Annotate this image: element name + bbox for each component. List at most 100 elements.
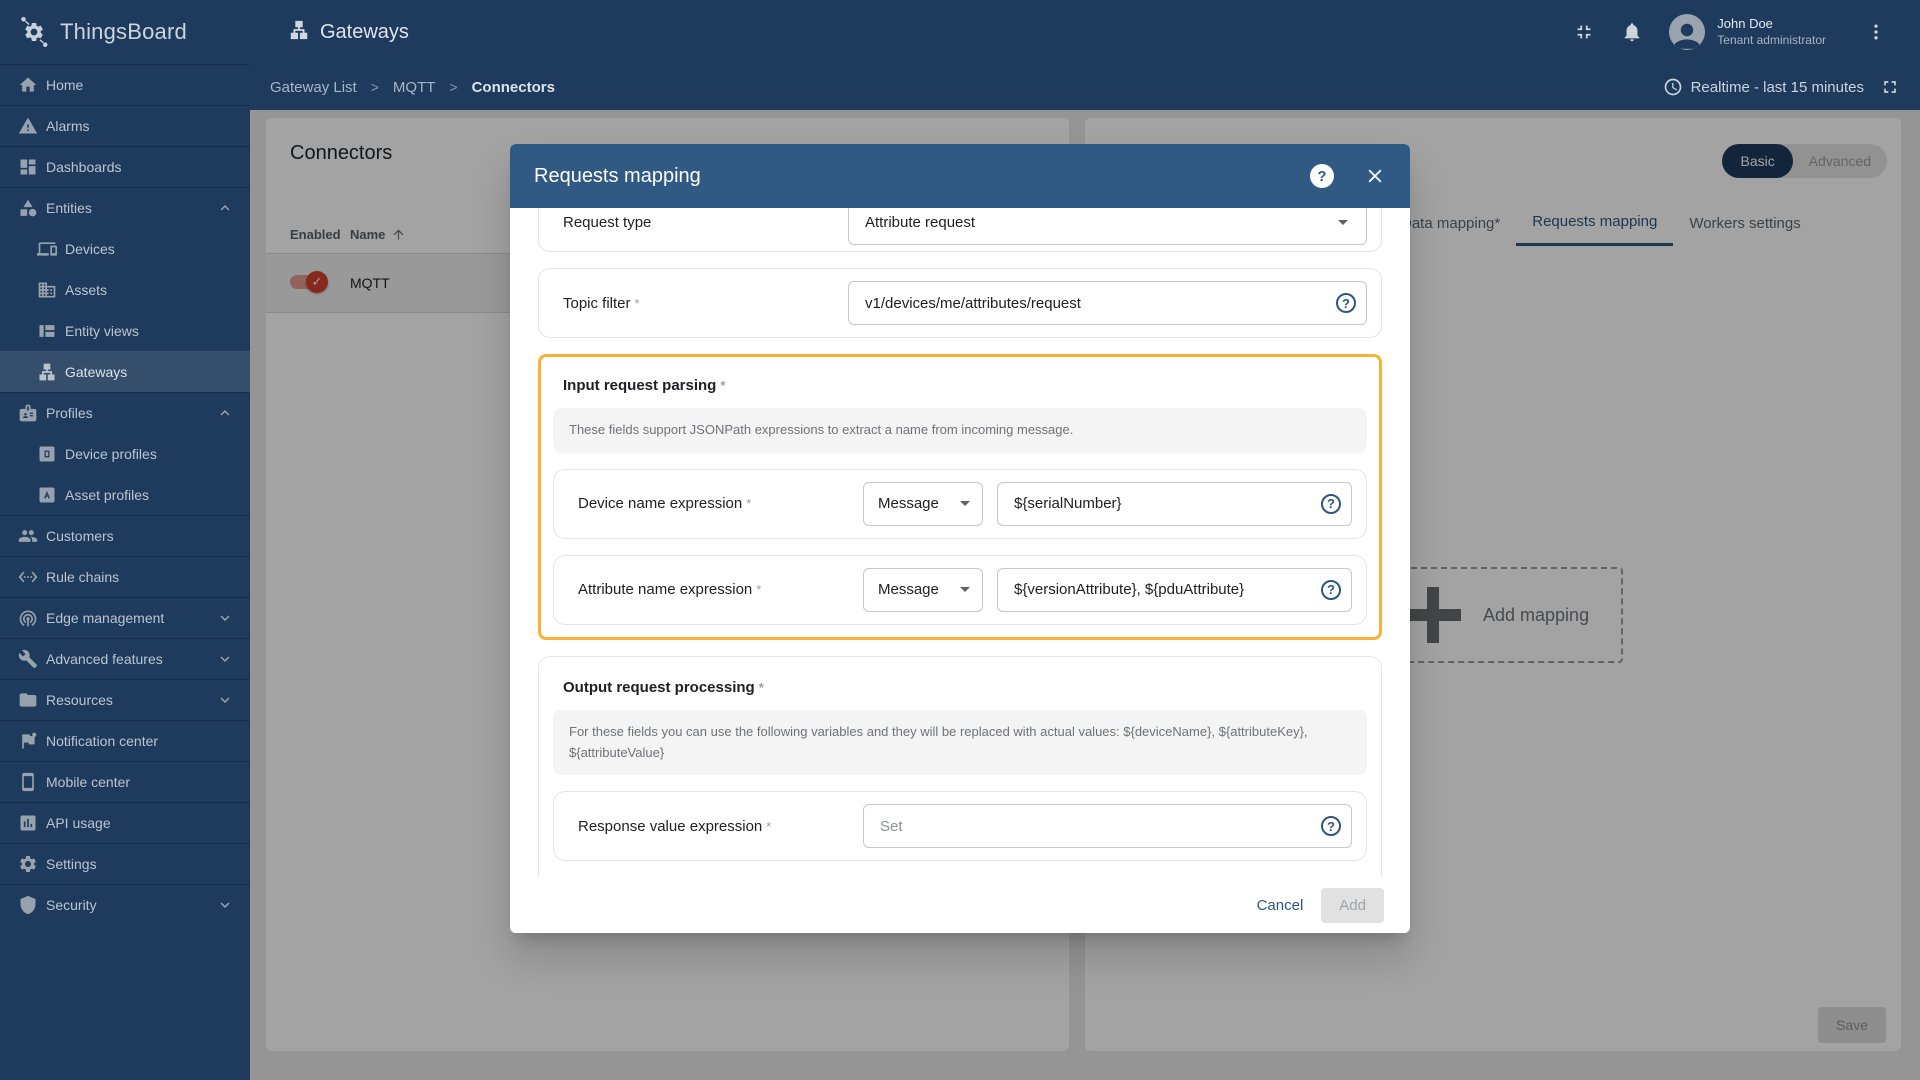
form-row-device-name-expression: Device name expression * Message ${serialNu…	[553, 468, 1367, 539]
sidebar-item-asset-profiles[interactable]: Asset profiles	[0, 474, 250, 515]
device-profiles-icon	[39, 446, 55, 461]
sidebar-item-advanced-features[interactable]: Advanced features	[0, 638, 250, 679]
sidebar-item-home[interactable]: Home	[0, 64, 250, 105]
chevron-down-icon	[220, 615, 230, 621]
profiles-icon	[19, 404, 37, 422]
sidebar-item-edge-management[interactable]: Edge management	[0, 597, 250, 638]
field-label: Device name expression *	[578, 495, 752, 513]
breadcrumb: Gateway List > MQTT > Connectors	[270, 79, 555, 96]
sidebar-item-label: Profiles	[46, 405, 93, 421]
response-value-expression-input[interactable]: Set?	[863, 804, 1352, 849]
dialog-body: Request type Attribute request Topic filte…	[510, 208, 1410, 877]
sidebar-item-security[interactable]: Security	[0, 884, 250, 925]
notifications-button[interactable]	[1621, 21, 1643, 43]
form-row-response-value-expression: Response value expression * Set?	[553, 791, 1367, 862]
sidebar-item-devices[interactable]: Devices	[0, 228, 250, 269]
request-type-select[interactable]: Attribute request	[848, 208, 1367, 245]
required-asterisk: *	[720, 378, 726, 393]
timewindow-button[interactable]	[1663, 77, 1683, 97]
help-icon[interactable]: ?	[1321, 493, 1341, 514]
sidebar-item-customers[interactable]: Customers	[0, 515, 250, 556]
breadcrumb-separator: >	[449, 79, 458, 95]
sidebar-item-device-profiles[interactable]: Device profiles	[0, 433, 250, 474]
chevron-up-icon	[220, 205, 230, 211]
help-icon[interactable]: ?	[1310, 164, 1334, 188]
timewindow-group: Realtime - last 15 minutes	[1663, 77, 1920, 97]
more-vert-icon	[1874, 24, 1878, 40]
sidebar-item-assets[interactable]: Assets	[0, 269, 250, 310]
sidebar-item-label: Dashboards	[46, 159, 122, 175]
sidebar-item-entity-views[interactable]: Entity views	[0, 310, 250, 351]
topic-filter-input[interactable]: v1/devices/me/attributes/request?	[848, 281, 1367, 325]
sidebar-item-label: Edge management	[46, 610, 165, 626]
dashboards-icon	[20, 159, 36, 175]
form-row-attribute-name-expression: Attribute name expression * Message ${versi…	[553, 554, 1367, 625]
fullscreen-button[interactable]	[1880, 77, 1900, 97]
sidebar-item-api-usage[interactable]: API usage	[0, 802, 250, 843]
sidebar-item-gateways[interactable]: Gateways	[0, 351, 250, 392]
close-icon[interactable]	[1364, 165, 1386, 187]
help-icon[interactable]: ?	[1321, 579, 1341, 600]
sidebar-item-notification-center[interactable]: Notification center	[0, 720, 250, 761]
logo[interactable]: ThingsBoard	[0, 0, 250, 64]
sidebar-item-resources[interactable]: Resources	[0, 679, 250, 720]
breadcrumb-separator: >	[370, 79, 379, 95]
assets-icon	[38, 282, 56, 297]
resources-icon	[19, 693, 37, 707]
sidebar-item-dashboards[interactable]: Dashboards	[0, 146, 250, 187]
help-icon[interactable]: ?	[1336, 293, 1356, 313]
device-name-expression-source-select[interactable]: Message	[863, 481, 983, 526]
avatar[interactable]	[1669, 14, 1706, 50]
required-asterisk: *	[766, 818, 772, 834]
sidebar-menu: Home Alarms Dashboards Entities Devices Asset…	[0, 64, 250, 925]
sidebar-item-alarms[interactable]: Alarms	[0, 105, 250, 146]
sidebar-item-entities[interactable]: Entities	[0, 187, 250, 228]
sidebar-item-mobile-center[interactable]: Mobile center	[0, 761, 250, 802]
gateways-icon	[290, 20, 308, 39]
section-input-request-parsing: Input request parsing * These fields suppo…	[538, 354, 1382, 640]
required-asterisk: *	[758, 679, 764, 695]
chevron-down-icon	[220, 902, 230, 908]
user-block[interactable]: John Doe Tenant administrator	[1717, 16, 1826, 47]
attribute-name-expression-source-select[interactable]: Message	[863, 567, 983, 612]
edge-management-icon	[19, 610, 37, 627]
chevron-down-icon	[960, 587, 970, 593]
sidebar-item-label: Mobile center	[46, 774, 131, 790]
sidebar-item-label: Security	[46, 897, 97, 913]
sidebar-item-label: Alarms	[46, 118, 90, 134]
device-name-expression-input[interactable]: ${serialNumber}?	[997, 481, 1352, 526]
sidebar-item-label: Gateways	[65, 363, 128, 380]
sidebar-item-profiles[interactable]: Profiles	[0, 392, 250, 433]
sidebar-item-label: Assets	[65, 281, 108, 298]
section-hint: These fields support JSONPath expression…	[553, 408, 1367, 453]
cancel-button[interactable]: Cancel	[1257, 897, 1304, 914]
sidebar-item-rule-chains[interactable]: Rule chains	[0, 556, 250, 597]
sidebar-item-label: Asset profiles	[65, 486, 150, 503]
timewindow-label: Realtime - last 15 minutes	[1690, 78, 1864, 96]
page-title: Gateways	[320, 20, 409, 43]
required-asterisk: *	[746, 496, 752, 512]
notifications-icon	[1624, 23, 1640, 42]
form-row-request-type: Request type Attribute request	[538, 208, 1382, 252]
attribute-name-expression-input[interactable]: ${versionAttribute}, ${pduAttribute}?	[997, 567, 1352, 612]
help-icon[interactable]: ?	[1321, 816, 1341, 837]
chevron-down-icon	[220, 697, 230, 703]
home-icon	[19, 77, 37, 92]
chevron-down-icon	[220, 656, 230, 662]
more-vert-button[interactable]	[1866, 22, 1886, 42]
sidebar-item-label: Notification center	[46, 733, 159, 749]
api-usage-icon	[20, 815, 36, 831]
section-title: Input request parsing *	[563, 377, 726, 394]
dialog-header: Requests mapping ?	[510, 144, 1410, 208]
sidebar-item-label: Entity views	[65, 322, 139, 339]
top-header: Gateways John Doe Tenant administrator	[250, 0, 1920, 64]
add-button[interactable]: Add	[1321, 887, 1384, 923]
collapse-button[interactable]	[1573, 21, 1595, 43]
section-hint: For these fields you can use the followi…	[553, 709, 1367, 776]
dialog-footer: Cancel Add	[510, 877, 1410, 933]
sidebar-item-label: Home	[46, 77, 84, 93]
breadcrumb-item[interactable]: MQTT	[393, 79, 436, 96]
breadcrumb-item[interactable]: Gateway List	[270, 79, 357, 96]
sidebar-item-label: Entities	[46, 200, 92, 216]
sidebar-item-settings[interactable]: Settings	[0, 843, 250, 884]
